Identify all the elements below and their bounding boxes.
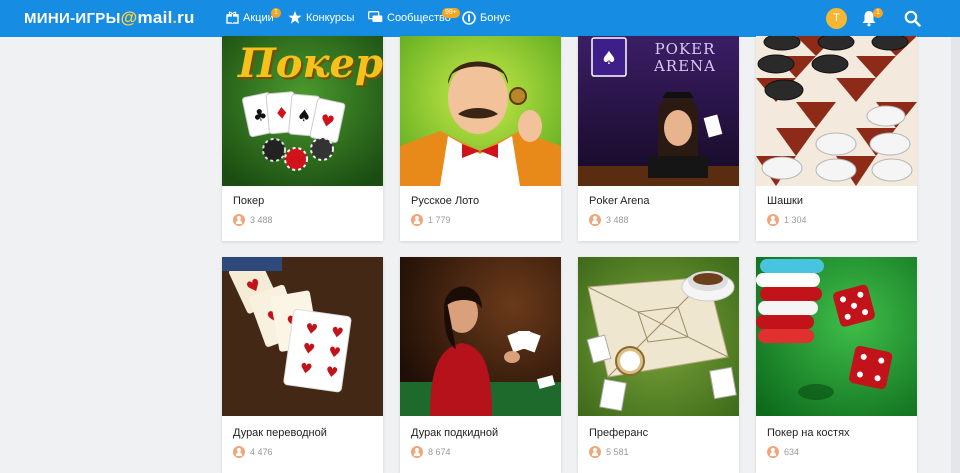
search-button[interactable] xyxy=(904,10,921,32)
user-avatar[interactable]: Т xyxy=(826,8,847,29)
svg-text:♥: ♥ xyxy=(330,324,345,342)
players-count-value: 3 488 xyxy=(606,215,629,225)
user-icon xyxy=(233,446,245,458)
nav-bonus-label: Бонус xyxy=(480,12,511,24)
user-icon xyxy=(767,446,779,458)
game-art-durak-throw-in xyxy=(400,257,561,416)
game-card-preference[interactable]: Преферанс 5 581 xyxy=(578,257,739,473)
gift-icon xyxy=(226,11,239,24)
game-title[interactable]: Дурак переводной xyxy=(233,427,327,439)
svg-text:♥: ♥ xyxy=(324,364,339,382)
game-art-preference xyxy=(578,257,739,416)
nav-contests-label: Конкурсы xyxy=(306,11,355,24)
players-count-value: 3 488 xyxy=(250,215,273,225)
players-count-value: 4 476 xyxy=(250,447,273,457)
nav-promotions-label: Акции xyxy=(243,11,274,24)
players-count: 1 779 xyxy=(411,214,451,226)
nav-promotions[interactable]: Акции xyxy=(226,11,274,24)
nav-community[interactable]: Сообщество xyxy=(368,11,451,24)
bonus-coin-icon xyxy=(462,11,476,25)
chat-icon xyxy=(368,11,383,22)
star-icon xyxy=(288,11,302,24)
game-art-dice-poker xyxy=(756,257,917,416)
game-title[interactable]: Русское Лото xyxy=(411,195,479,207)
site-logo[interactable]: МИНИ-ИГРЫ@mail.ru xyxy=(24,8,195,28)
user-icon xyxy=(589,446,601,458)
game-card-durak-transfer[interactable]: ♥ ♥ ♥ ♥ ♥ ♥ ♥ ♥ ♥ Дурак переводной 4 476 xyxy=(222,257,383,473)
players-count-value: 1 304 xyxy=(784,215,807,225)
svg-text:♠: ♠ xyxy=(601,48,617,69)
game-art-poker: ♣ ♦ ♠ ♥ Покер xyxy=(222,36,383,186)
logo-at: @ xyxy=(120,8,138,27)
svg-text:♥: ♥ xyxy=(299,360,314,378)
game-title[interactable]: Poker Arena xyxy=(589,195,650,207)
game-card-durak-throw-in[interactable]: Дурак подкидной 8 674 xyxy=(400,257,561,473)
game-art-russian-lotto xyxy=(400,36,561,186)
logo-mail: mail xyxy=(137,8,173,27)
game-title[interactable]: Шашки xyxy=(767,195,803,207)
game-title[interactable]: Дурак подкидной xyxy=(411,427,498,439)
players-count-value: 8 674 xyxy=(428,447,451,457)
players-count: 3 488 xyxy=(589,214,629,226)
players-count: 634 xyxy=(767,446,799,458)
community-badge: 99+ xyxy=(442,8,460,18)
svg-text:♥: ♥ xyxy=(304,321,319,339)
players-count: 1 304 xyxy=(767,214,807,226)
game-card-russian-lotto[interactable]: Русское Лото 1 779 xyxy=(400,36,561,241)
search-icon xyxy=(904,10,921,27)
user-icon xyxy=(589,214,601,226)
logo-text-main: МИНИ-ИГРЫ xyxy=(24,10,121,27)
poker-art-title: Покер xyxy=(238,40,383,87)
players-count: 8 674 xyxy=(411,446,451,458)
game-art-checkers xyxy=(756,36,917,186)
svg-text:♥: ♥ xyxy=(301,341,316,359)
user-icon xyxy=(411,214,423,226)
game-card-poker[interactable]: ♣ ♦ ♠ ♥ Покер Покер 3 488 xyxy=(222,36,383,241)
promotions-badge: 1 xyxy=(271,8,281,18)
nav-contests[interactable]: Конкурсы xyxy=(288,11,354,24)
game-card-dice-poker[interactable]: Покер на костях 634 xyxy=(756,257,917,473)
players-count: 3 488 xyxy=(233,214,273,226)
poker-arena-art-title: POKER ARENA xyxy=(653,40,717,75)
user-icon xyxy=(411,446,423,458)
game-card-poker-arena[interactable]: ♠ POKER ARENA Poker Arena 3 488 xyxy=(578,36,739,241)
right-panel-edge xyxy=(951,37,960,473)
svg-text:♠: ♠ xyxy=(296,106,312,126)
user-icon xyxy=(233,214,245,226)
game-art-durak-transfer: ♥ ♥ ♥ ♥ ♥ ♥ ♥ ♥ ♥ xyxy=(222,257,383,416)
players-count: 4 476 xyxy=(233,446,273,458)
game-title[interactable]: Покер xyxy=(233,195,264,207)
players-count-value: 634 xyxy=(784,447,800,457)
game-title[interactable]: Покер на костях xyxy=(767,427,850,439)
game-card-checkers[interactable]: Шашки 1 304 xyxy=(756,36,917,241)
logo-ru: ru xyxy=(177,8,195,27)
top-bar: МИНИ-ИГРЫ@mail.ru Акции 1 Конкурсы Сообщ… xyxy=(0,0,960,37)
svg-text:♥: ♥ xyxy=(327,344,342,362)
nav-bonus[interactable]: Бонус xyxy=(462,11,510,25)
svg-text:♦: ♦ xyxy=(274,103,290,123)
players-count: 5 581 xyxy=(589,446,629,458)
game-art-poker-arena: ♠ POKER ARENA xyxy=(578,36,739,186)
game-title[interactable]: Преферанс xyxy=(589,427,648,439)
notifications-badge: 1 xyxy=(873,8,883,18)
user-icon xyxy=(767,214,779,226)
players-count-value: 1 779 xyxy=(428,215,451,225)
players-count-value: 5 581 xyxy=(606,447,629,457)
